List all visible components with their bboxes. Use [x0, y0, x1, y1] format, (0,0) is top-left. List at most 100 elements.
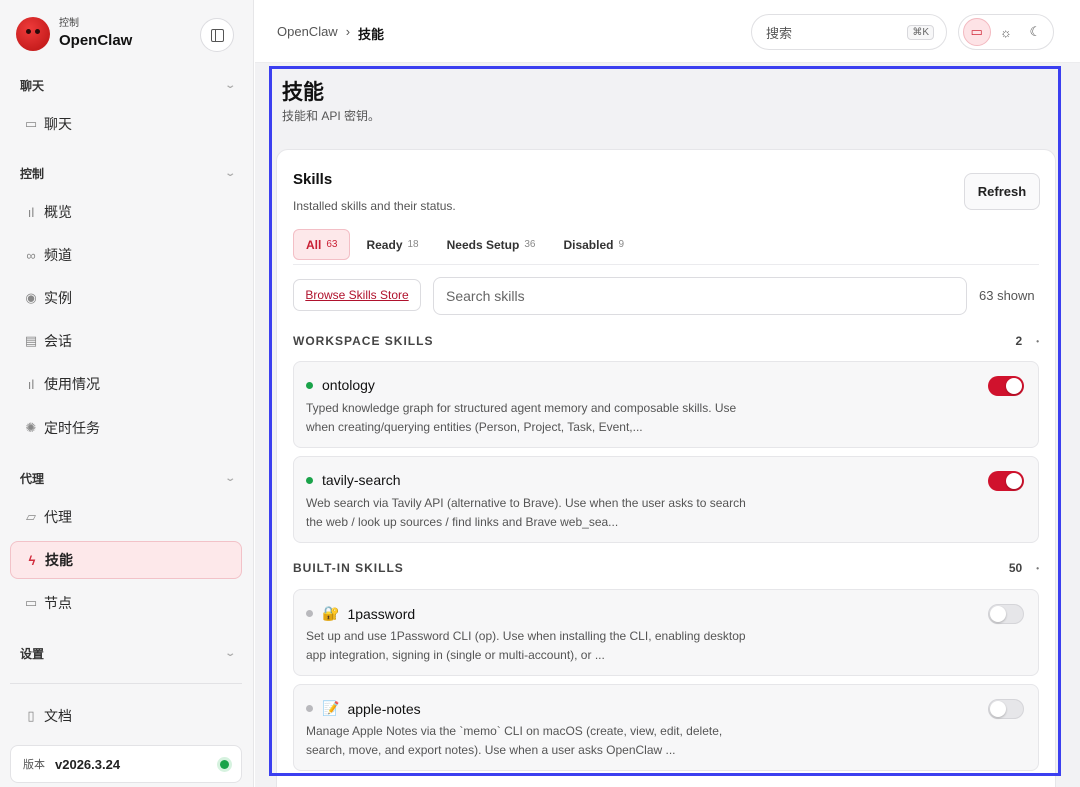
- sun-icon[interactable]: ☼: [992, 18, 1020, 46]
- brand-subtitle: 控制: [59, 18, 79, 29]
- sidebar-item-nodes[interactable]: ▭ 节点: [10, 584, 242, 622]
- chevron-down-icon: ⌄: [223, 80, 236, 91]
- link-icon: ∞: [26, 247, 36, 263]
- status-dot: [220, 759, 229, 769]
- sidebar-item-docs[interactable]: ▯ 文档: [10, 697, 242, 735]
- skill-description: Manage Apple Notes via the `memo` CLI on…: [306, 724, 723, 757]
- theme-switcher: ▭ ☼ ☾: [958, 14, 1054, 50]
- sidebar-item-usage[interactable]: ıl 使用情况: [10, 365, 242, 403]
- tab-count: 36: [524, 239, 536, 250]
- book-icon: ▯: [27, 708, 35, 723]
- status-dot: [306, 705, 313, 712]
- skill-item-1password[interactable]: 🔐 1password Set up and use 1Password CLI…: [293, 589, 1039, 676]
- collapse-dot-icon: •: [1036, 336, 1039, 346]
- section-built-in-skills[interactable]: BUILT-IN SKILLS 50 •: [293, 561, 1039, 575]
- skills-search-input[interactable]: [433, 277, 967, 315]
- loader-icon: ✺: [25, 420, 37, 435]
- lock-icon: 🔐: [322, 605, 340, 621]
- chevron-down-icon: ⌄: [223, 648, 236, 659]
- folder-icon: ▱: [26, 509, 36, 524]
- brand-name: OpenClaw: [59, 32, 133, 49]
- openclaw-logo-icon: [16, 17, 50, 51]
- skill-item-ontology[interactable]: ontology Typed knowledge graph for struc…: [293, 361, 1039, 448]
- search-shortcut-badge: ⌘K: [907, 24, 934, 40]
- brand[interactable]: 控制 OpenClaw: [16, 17, 132, 51]
- sidebar-item-agents[interactable]: ▱ 代理: [10, 498, 242, 536]
- skill-name: ontology: [322, 377, 375, 393]
- tab-all[interactable]: All 63: [293, 229, 351, 260]
- sidebar-divider: [10, 683, 242, 684]
- sidebar-item-skills[interactable]: ϟ 技能: [10, 541, 242, 579]
- bar-chart-icon: ıl: [27, 376, 35, 392]
- version-indicator: 版本 v2026.3.24: [10, 745, 242, 783]
- breadcrumb-separator: ›: [345, 24, 351, 39]
- skill-enable-toggle[interactable]: [988, 699, 1024, 719]
- status-dot: [306, 381, 313, 389]
- group-title-control[interactable]: 控制 ⌄: [20, 165, 236, 182]
- skills-card: Skills Installed skills and their status…: [276, 149, 1056, 787]
- status-dot: [306, 476, 313, 484]
- skill-description: Typed knowledge graph for structured age…: [306, 401, 737, 434]
- topbar: OpenClaw › 技能 搜索 ⌘K ▭ ☼ ☾: [255, 0, 1080, 63]
- sidebar-toggle-icon: [210, 28, 224, 42]
- moon-icon[interactable]: ☾: [1021, 18, 1049, 46]
- skill-description: Web search via Tavily API (alternative t…: [306, 496, 746, 529]
- section-label: WORKSPACE SKILLS: [293, 334, 434, 348]
- tab-count: 9: [618, 239, 625, 250]
- chevron-down-icon: ⌄: [223, 473, 236, 484]
- skill-item-apple-notes[interactable]: 📝 apple-notes Manage Apple Notes via the…: [293, 684, 1039, 771]
- sidebar: 控制 OpenClaw 聊天 ⌄ ▭ 聊天 控制 ⌄ ıl 概览 ∞ 频道 ◉ 实例…: [0, 0, 254, 787]
- section-label: BUILT-IN SKILLS: [293, 561, 404, 575]
- tab-needs-setup[interactable]: Needs Setup 36: [435, 229, 548, 260]
- section-workspace-skills[interactable]: WORKSPACE SKILLS 2 •: [293, 334, 1039, 348]
- shown-count: 63 shown: [979, 288, 1035, 303]
- group-title-chat[interactable]: 聊天 ⌄: [20, 77, 236, 94]
- lightning-icon: ϟ: [28, 552, 36, 568]
- refresh-button[interactable]: Refresh: [964, 173, 1040, 210]
- sidebar-item-channels[interactable]: ∞ 频道: [10, 236, 242, 274]
- skills-card-title: Skills: [293, 171, 333, 188]
- tab-disabled[interactable]: Disabled 9: [551, 229, 636, 260]
- sidebar-item-sessions[interactable]: ▤ 会话: [10, 322, 242, 360]
- browse-skills-store-link[interactable]: Browse Skills Store: [293, 279, 421, 311]
- skill-name: 1password: [347, 605, 416, 622]
- sidebar-item-instances[interactable]: ◉ 实例: [10, 279, 242, 317]
- section-count: 2: [1015, 334, 1023, 348]
- bar-chart-icon: ıl: [27, 204, 35, 220]
- sidebar-collapse-button[interactable]: [200, 18, 234, 52]
- page-title: 技能: [282, 81, 324, 104]
- skills-card-subtitle: Installed skills and their status.: [293, 199, 456, 213]
- monitor-icon: ▭: [24, 595, 38, 610]
- monitor-icon[interactable]: ▭: [962, 18, 991, 46]
- skill-description: Set up and use 1Password CLI (op). Use w…: [306, 629, 746, 662]
- collapse-dot-icon: •: [1036, 563, 1039, 573]
- skill-enable-toggle[interactable]: [988, 376, 1024, 396]
- group-title-agents[interactable]: 代理 ⌄: [20, 470, 236, 487]
- sidebar-item-scheduled-tasks[interactable]: ✺ 定时任务: [10, 409, 242, 447]
- breadcrumb-current: 技能: [358, 27, 385, 42]
- skill-item-tavily-search[interactable]: tavily-search Web search via Tavily API …: [293, 456, 1039, 543]
- status-dot: [306, 610, 313, 617]
- skill-name: apple-notes: [347, 700, 421, 717]
- broadcast-icon: ◉: [25, 290, 37, 305]
- version-label: 版本: [23, 759, 45, 771]
- skill-enable-toggle[interactable]: [988, 604, 1024, 624]
- memo-icon: 📝: [322, 700, 340, 716]
- breadcrumb: OpenClaw › 技能: [277, 24, 384, 43]
- group-title-settings[interactable]: 设置 ⌄: [20, 645, 236, 662]
- tab-count: 18: [407, 239, 419, 250]
- document-icon: ▤: [24, 333, 38, 348]
- skills-filter-tabs: All 63 Ready 18 Needs Setup 36 Disabled …: [293, 229, 1039, 265]
- global-search-placeholder: 搜索: [766, 25, 793, 41]
- version-value: v2026.3.24: [55, 756, 121, 772]
- sidebar-item-overview[interactable]: ıl 概览: [10, 193, 242, 231]
- skill-name: tavily-search: [322, 472, 401, 488]
- skill-enable-toggle[interactable]: [988, 471, 1024, 491]
- global-search[interactable]: 搜索 ⌘K: [751, 14, 947, 50]
- sidebar-item-chat[interactable]: ▭ 聊天: [10, 105, 242, 143]
- page-subtitle: 技能和 API 密钥。: [282, 109, 381, 123]
- chat-icon: ▭: [24, 116, 38, 131]
- breadcrumb-root[interactable]: OpenClaw: [277, 24, 338, 43]
- chevron-down-icon: ⌄: [223, 168, 236, 179]
- tab-ready[interactable]: Ready 18: [354, 229, 430, 260]
